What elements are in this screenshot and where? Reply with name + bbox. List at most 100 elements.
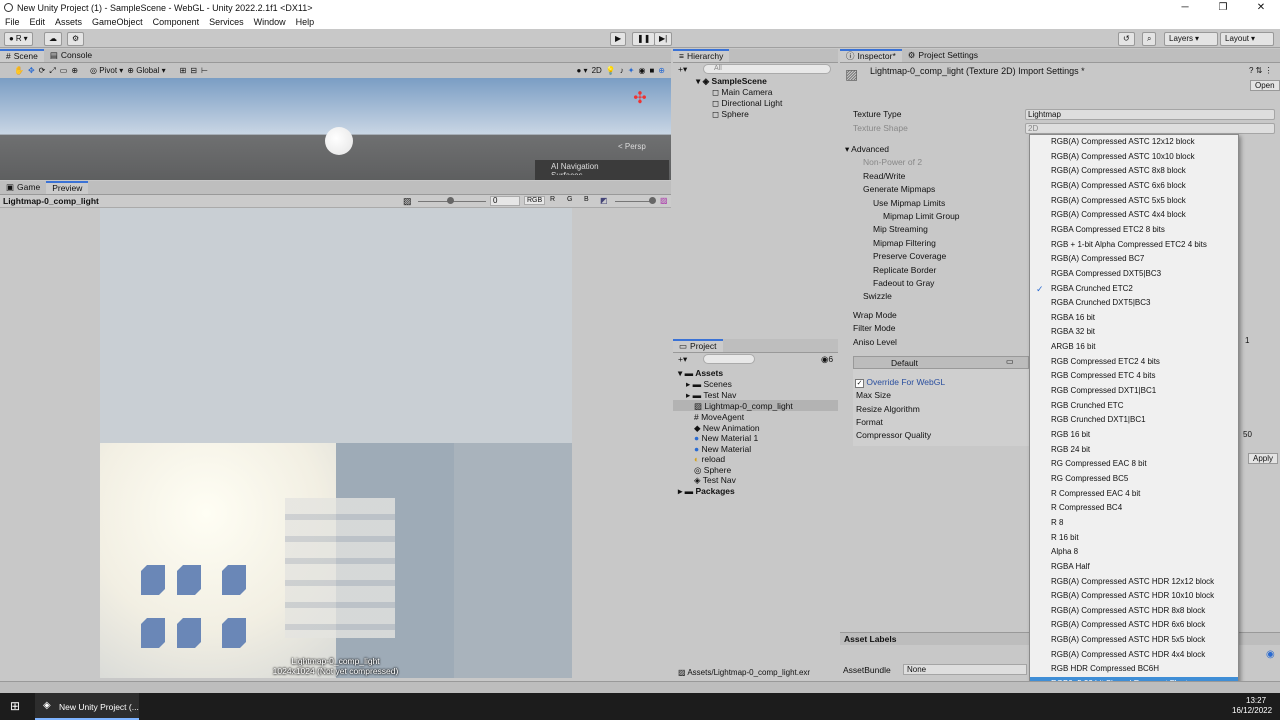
format-option[interactable]: RGB Crunched ETC <box>1030 399 1238 413</box>
taskbar-unity-app[interactable]: ◈ New Unity Project (... <box>35 693 139 720</box>
mip-icon[interactable]: ▨ <box>403 196 412 207</box>
menu-edit[interactable]: Edit <box>25 17 51 27</box>
project-item[interactable]: ◈ Test Nav <box>694 475 736 486</box>
2d-toggle[interactable]: 2D <box>592 66 602 75</box>
channel-g-button[interactable]: G <box>567 196 572 203</box>
gizmos-icon[interactable]: ⊕ <box>658 66 665 75</box>
format-option[interactable]: R 16 bit <box>1030 531 1238 545</box>
format-option[interactable]: RG Compressed EAC 8 bit <box>1030 457 1238 471</box>
format-option[interactable]: ✓ RGBA Crunched ETC2 <box>1030 282 1238 296</box>
project-item[interactable]: # MoveAgent <box>694 412 744 422</box>
apply-button[interactable]: Apply <box>1248 453 1279 464</box>
format-option[interactable]: RGB(A) Compressed ASTC 6x6 block <box>1030 179 1238 193</box>
sphere-object[interactable] <box>325 127 353 155</box>
mip-slider-handle[interactable] <box>447 197 454 204</box>
account-button[interactable]: ● R ▾ <box>4 32 33 46</box>
project-item[interactable]: ◐ reload <box>694 454 725 464</box>
move-tool-icon[interactable]: ✥ <box>28 66 35 75</box>
project-item[interactable]: ● New Material <box>694 444 751 454</box>
menu-window[interactable]: Window <box>249 17 291 27</box>
format-option[interactable]: RGB Compressed ETC2 4 bits <box>1030 355 1238 369</box>
cloud-button[interactable]: ☁ <box>44 32 62 46</box>
scale-tool-icon[interactable]: ⤢ <box>49 66 55 76</box>
format-option[interactable]: RGB 16 bit <box>1030 428 1238 442</box>
menu-file[interactable]: File <box>0 17 25 27</box>
platform-default-tab[interactable]: Default ▭ <box>853 356 1029 369</box>
tab-project-settings[interactable]: ⚙ Project Settings <box>902 49 984 62</box>
snap-icon[interactable]: ⊟ <box>190 66 197 75</box>
format-option[interactable]: Alpha 8 <box>1030 545 1238 559</box>
project-item[interactable]: ▸ ▬ Scenes <box>686 379 732 390</box>
exposure-slider-handle[interactable] <box>649 197 656 204</box>
format-option[interactable]: RGB(A) Compressed ASTC 8x8 block <box>1030 164 1238 178</box>
format-option[interactable]: RGB(A) Compressed ASTC HDR 5x5 block <box>1030 633 1238 647</box>
scene-root[interactable]: ▾ ◈ SampleScene <box>696 76 767 87</box>
hierarchy-item[interactable]: ◻ Directional Light <box>712 98 782 109</box>
format-option[interactable]: RGB Compressed DXT1|BC1 <box>1030 384 1238 398</box>
format-option[interactable]: RGBA Half <box>1030 560 1238 574</box>
project-item-selected[interactable]: ▨ Lightmap-0_comp_light <box>694 401 793 412</box>
format-option[interactable]: RG Compressed BC5 <box>1030 472 1238 486</box>
rect-tool-icon[interactable]: ▭ <box>60 66 68 75</box>
play-button[interactable]: ▶ <box>610 32 627 46</box>
pivot-dropdown[interactable]: ◎ Pivot ▾ <box>90 66 123 75</box>
camera-icon[interactable]: ■ <box>649 66 654 75</box>
global-dropdown[interactable]: ⊕ Global ▾ <box>127 66 165 75</box>
format-option[interactable]: R Compressed BC4 <box>1030 501 1238 515</box>
format-option[interactable]: R Compressed EAC 4 bit <box>1030 487 1238 501</box>
format-option[interactable]: RGB(A) Compressed ASTC HDR 12x12 block <box>1030 575 1238 589</box>
pause-button[interactable]: ❚❚ <box>632 32 656 46</box>
project-item[interactable]: ● New Material 1 <box>694 433 758 443</box>
effects-icon[interactable]: ✦ <box>628 66 635 75</box>
tab-inspector[interactable]: ⓘ Inspector* <box>840 49 902 62</box>
hierarchy-item[interactable]: ◻ Main Camera <box>712 87 772 98</box>
transform-tool-icon[interactable]: ⊕ <box>71 66 78 75</box>
help-icon[interactable]: ? ⇅ ⋮ <box>1249 66 1273 75</box>
assets-folder[interactable]: ▾ ▬ Assets <box>678 368 723 379</box>
format-option[interactable]: RGBA 16 bit <box>1030 311 1238 325</box>
menu-component[interactable]: Component <box>148 17 205 27</box>
format-option[interactable]: RGB(A) Compressed ASTC HDR 10x10 block <box>1030 589 1238 603</box>
persp-label[interactable]: < Persp <box>618 142 646 151</box>
lighting-icon[interactable]: 💡 <box>606 66 616 75</box>
format-option[interactable]: ARGB 16 bit <box>1030 340 1238 354</box>
override-webgl-checkbox[interactable]: ✓ Override For WebGL <box>855 377 945 388</box>
format-option[interactable]: RGB(A) Compressed ASTC HDR 6x6 block <box>1030 618 1238 632</box>
format-option[interactable]: R 8 <box>1030 516 1238 530</box>
format-option[interactable]: RGBA Compressed ETC2 8 bits <box>1030 223 1238 237</box>
texture-type-dropdown[interactable]: Lightmap <box>1025 109 1275 120</box>
format-option[interactable]: RGB(A) Compressed BC7 <box>1030 252 1238 266</box>
grid-icon[interactable]: ⊞ <box>180 66 187 75</box>
tab-project[interactable]: ▭ Project <box>673 339 723 352</box>
rotate-tool-icon[interactable]: ⟳ <box>39 66 46 75</box>
add-icon[interactable]: +▾ <box>678 354 687 365</box>
orientation-gizmo-icon[interactable]: ✣ <box>625 88 655 118</box>
open-button[interactable]: Open <box>1250 80 1280 91</box>
format-option[interactable]: RGB Crunched DXT1|BC1 <box>1030 413 1238 427</box>
format-option[interactable]: RGB HDR Compressed BC6H <box>1030 662 1238 676</box>
format-option[interactable]: RGBA 32 bit <box>1030 325 1238 339</box>
hierarchy-item[interactable]: ◻ Sphere <box>712 109 749 120</box>
minimize-button[interactable]: ─ <box>1166 0 1204 15</box>
tab-preview[interactable]: Preview <box>46 181 89 194</box>
format-option[interactable]: RGB 24 bit <box>1030 443 1238 457</box>
format-option[interactable]: RGB(A) Compressed ASTC 5x5 block <box>1030 194 1238 208</box>
format-option[interactable]: RGB(A) Compressed ASTC HDR 4x4 block <box>1030 648 1238 662</box>
windows-start-icon[interactable]: ⊞ <box>10 699 20 713</box>
project-search-input[interactable] <box>703 354 755 364</box>
ai-navigation-overlay[interactable]: AI Navigation Surfaces <box>535 160 669 180</box>
format-option[interactable]: RGBA Compressed DXT5|BC3 <box>1030 267 1238 281</box>
ruler-icon[interactable]: ⊢ <box>201 66 208 75</box>
tab-game[interactable]: ▣ Game <box>0 181 46 194</box>
format-option[interactable]: RGB + 1-bit Alpha Compressed ETC2 4 bits <box>1030 238 1238 252</box>
layout-dropdown[interactable]: Layout ▾ <box>1220 32 1274 46</box>
aniso-field[interactable]: 1 <box>1245 336 1249 345</box>
add-icon[interactable]: +▾ <box>678 64 687 75</box>
collab-button[interactable]: ⚙ <box>67 32 85 46</box>
menu-help[interactable]: Help <box>291 17 320 27</box>
channel-b-button[interactable]: B <box>584 196 589 203</box>
step-button[interactable]: ▶| <box>654 32 673 46</box>
hidden-count[interactable]: ◉6 <box>821 354 833 365</box>
packages-folder[interactable]: ▸ ▬ Packages <box>678 486 735 497</box>
format-option[interactable]: RGB(A) Compressed ASTC 10x10 block <box>1030 150 1238 164</box>
